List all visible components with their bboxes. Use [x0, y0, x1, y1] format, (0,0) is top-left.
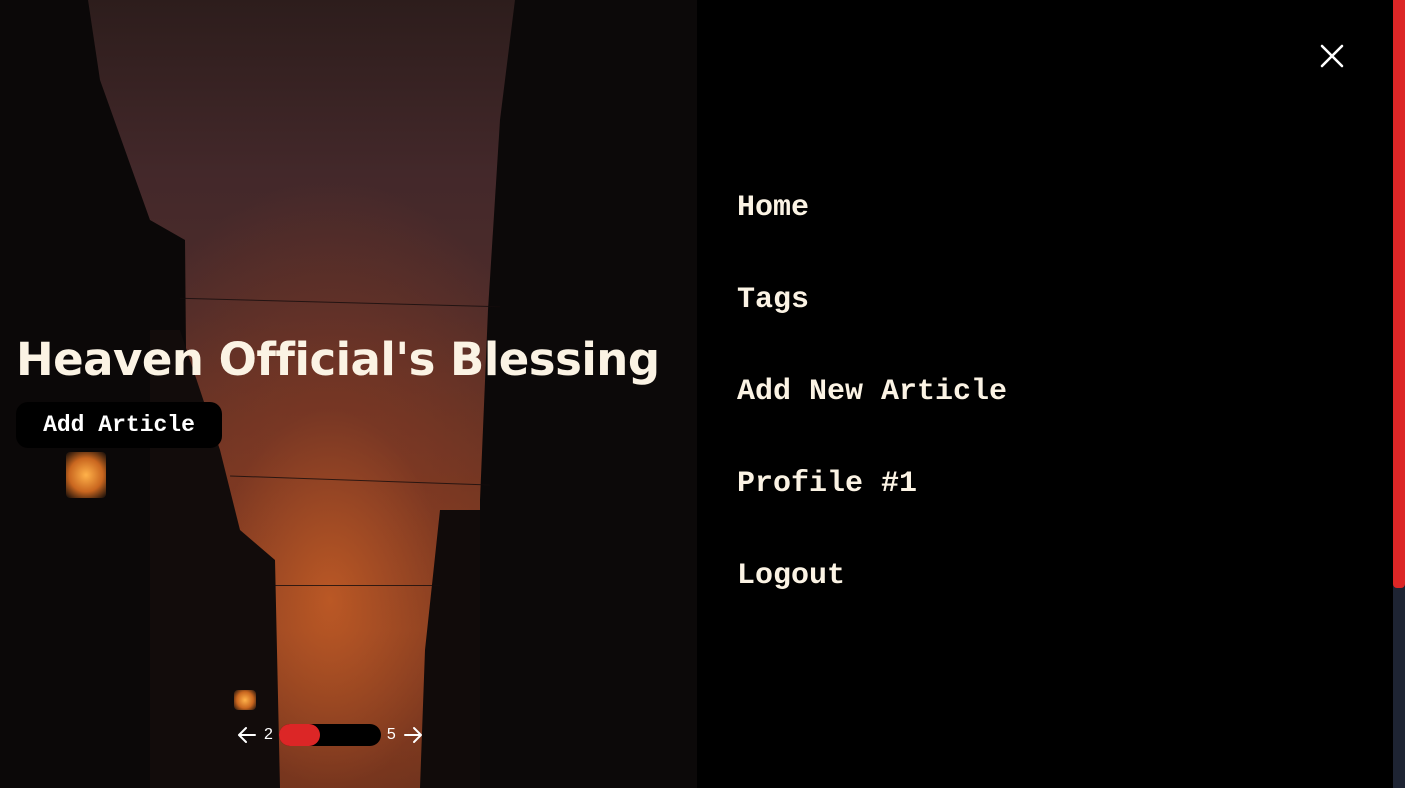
- pager-total: 5: [386, 726, 396, 743]
- nav-drawer: Home Tags Add New Article Profile #1 Log…: [697, 0, 1393, 788]
- overhead-wire: [230, 475, 490, 486]
- scrollbar-thumb[interactable]: [1393, 0, 1405, 588]
- building-silhouette-right: [480, 0, 697, 788]
- arrow-left-icon[interactable]: [236, 724, 258, 746]
- add-article-button[interactable]: Add Article: [16, 402, 222, 448]
- nav-item-add-new-article[interactable]: Add New Article: [737, 370, 1007, 462]
- nav-item-profile[interactable]: Profile #1: [737, 462, 1007, 554]
- hero-banner: Heaven Official's Blessing Add Article 2…: [0, 0, 697, 788]
- nav-menu: Home Tags Add New Article Profile #1 Log…: [737, 186, 1007, 646]
- arrow-right-icon[interactable]: [402, 724, 424, 746]
- pager-progress-track[interactable]: [278, 724, 381, 746]
- overhead-wire: [270, 585, 440, 586]
- nav-item-home[interactable]: Home: [737, 186, 1007, 278]
- overhead-wire: [180, 297, 500, 308]
- nav-item-logout[interactable]: Logout: [737, 554, 1007, 646]
- page-title: Heaven Official's Blessing: [16, 333, 660, 386]
- close-icon[interactable]: [1317, 41, 1347, 71]
- street-lamp: [234, 690, 256, 710]
- slide-pager: 2 5: [236, 722, 424, 748]
- building-silhouette-left-back: [150, 330, 280, 788]
- street-lamp: [66, 452, 106, 498]
- page-scrollbar[interactable]: [1393, 0, 1405, 788]
- nav-item-tags[interactable]: Tags: [737, 278, 1007, 370]
- pager-progress-fill: [278, 724, 320, 746]
- pager-current: 2: [264, 726, 273, 743]
